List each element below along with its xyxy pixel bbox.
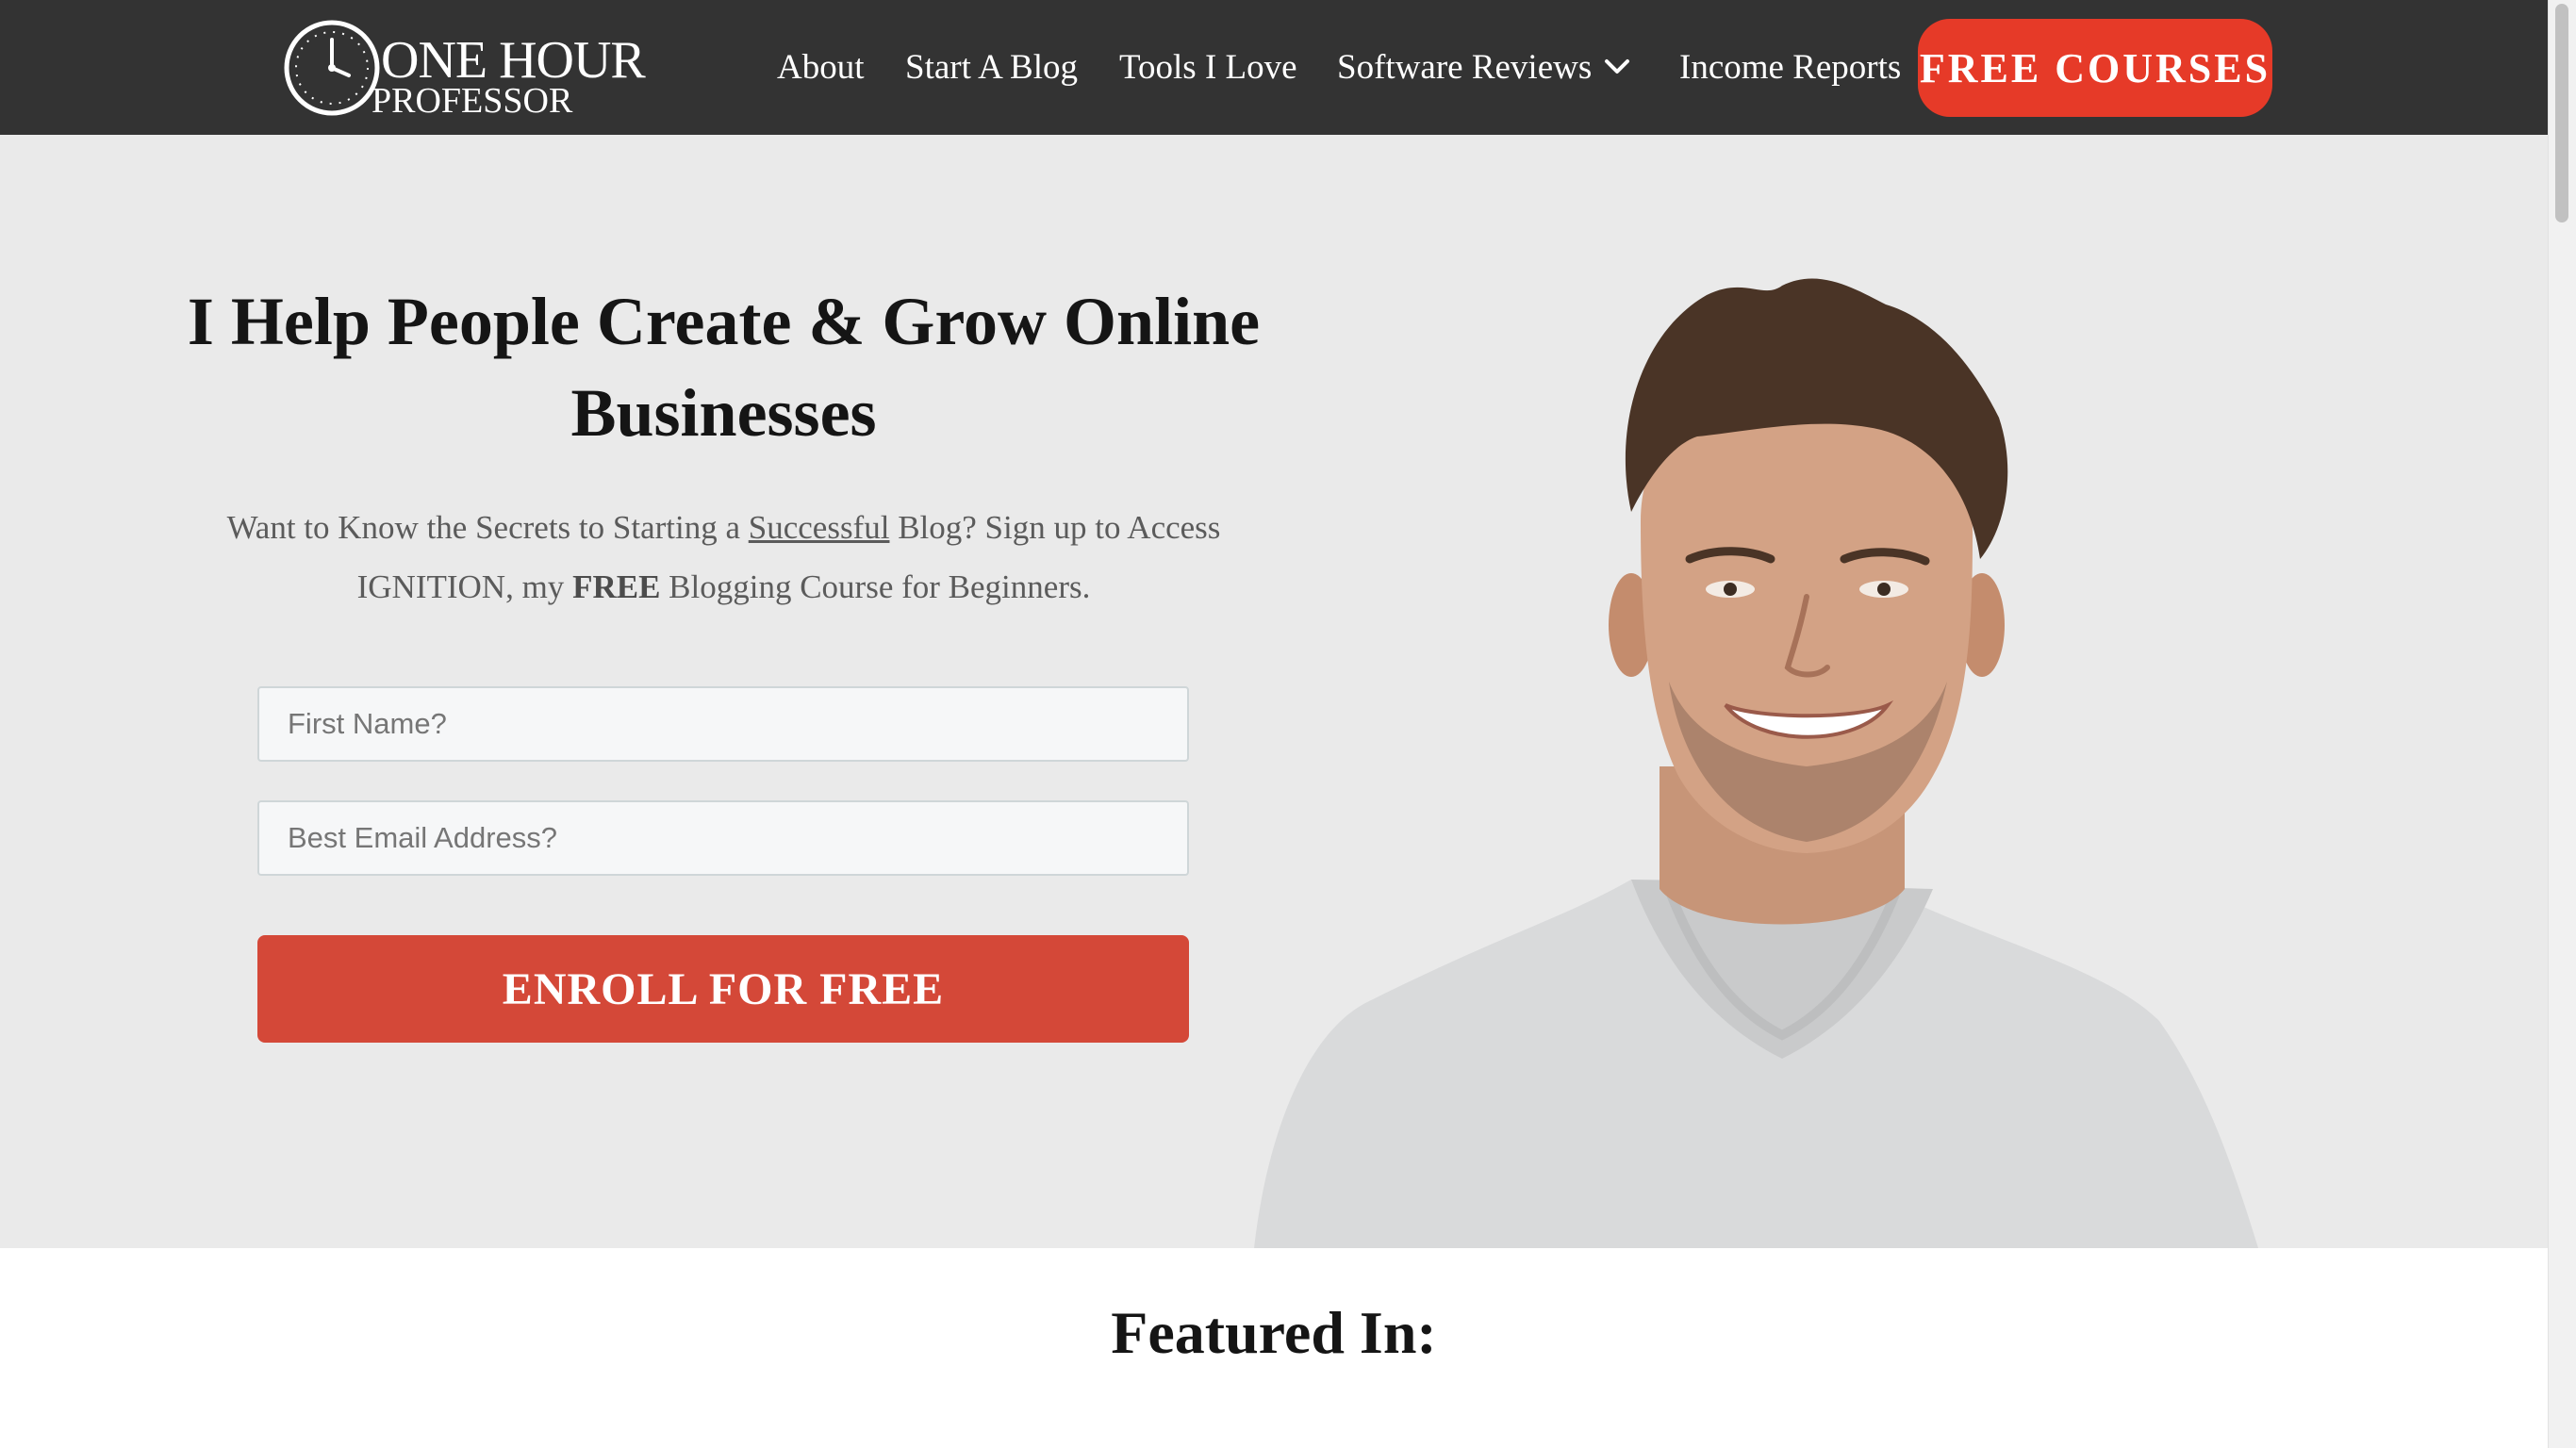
email-input[interactable] — [257, 800, 1189, 876]
clock-logo-icon — [284, 20, 380, 116]
author-portrait — [1254, 278, 2258, 1248]
enroll-button[interactable]: ENROLL FOR FREE — [257, 935, 1189, 1043]
featured-in-title: Featured In: — [1111, 1299, 1437, 1366]
nav-link-about[interactable]: About — [777, 45, 865, 90]
first-name-input[interactable] — [257, 686, 1189, 762]
subtitle-free-bold: FREE — [572, 568, 661, 605]
nav-link-tools[interactable]: Tools I Love — [1119, 45, 1297, 90]
site-logo[interactable]: ONE HOUR PROFESSOR — [281, 17, 646, 121]
successful-link[interactable]: Successful — [749, 509, 890, 546]
top-navbar: ONE HOUR PROFESSOR About Start A Blog To… — [0, 0, 2548, 135]
logo-text-bottom: PROFESSOR — [372, 81, 573, 121]
scrollbar-thumb[interactable] — [2555, 4, 2568, 222]
featured-in-section: Featured In: — [0, 1248, 2548, 1448]
hero-subtitle: Want to Know the Secrets to Starting a S… — [217, 498, 1230, 617]
nav-link-start-a-blog[interactable]: Start A Blog — [905, 45, 1078, 90]
hero-title: I Help People Create & Grow Online Busin… — [187, 284, 1261, 451]
nav-link-income-reports[interactable]: Income Reports — [1679, 45, 1901, 90]
hero-section: I Help People Create & Grow Online Busin… — [0, 135, 2548, 1248]
subtitle-text-1: Want to Know the Secrets to Starting a — [226, 509, 749, 546]
free-courses-button[interactable]: FREE COURSES — [1918, 19, 2272, 117]
logo-text-top: ONE HOUR — [381, 31, 646, 90]
subtitle-text-3: Blogging Course for Beginners. — [660, 568, 1091, 605]
page-scrollbar[interactable] — [2548, 0, 2576, 1448]
chevron-down-icon[interactable] — [1603, 57, 1631, 77]
nav-link-software-reviews[interactable]: Software Reviews — [1337, 45, 1592, 90]
